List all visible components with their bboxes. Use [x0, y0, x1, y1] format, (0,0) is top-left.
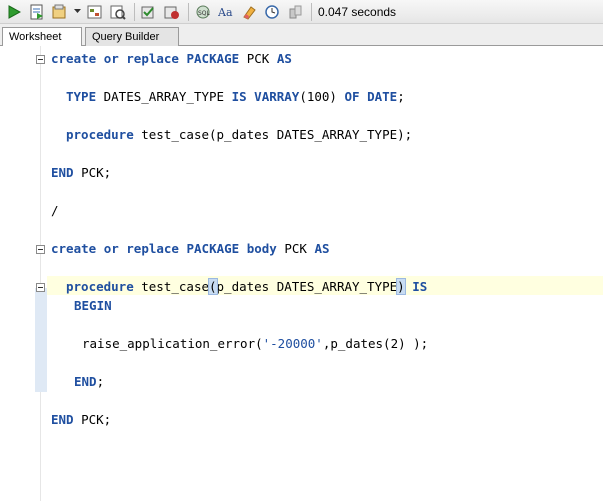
toolbar-divider — [134, 2, 135, 21]
code-line: TYPE DATES_ARRAY_TYPE IS VARRAY(100) OF … — [66, 89, 405, 104]
format-text-icon[interactable]: Aa — [216, 2, 236, 22]
tab-worksheet[interactable]: Worksheet — [2, 27, 82, 47]
code-line: BEGIN — [74, 298, 112, 313]
code-line: / — [51, 203, 59, 218]
worksheet-toolbar: SQL Aa 0.047 seconds — [0, 0, 603, 24]
code-line: procedure test_case(p_dates DATES_ARRAY_… — [66, 127, 413, 142]
code-line: END PCK; — [51, 412, 112, 427]
run-statement-icon[interactable] — [4, 2, 24, 22]
code-line: procedure test_case(p_dates DATES_ARRAY_… — [66, 278, 428, 295]
fold-toggle-icon[interactable] — [36, 283, 45, 292]
autotrace-icon[interactable] — [108, 2, 128, 22]
svg-text:SQL: SQL — [198, 10, 211, 17]
rollback-icon[interactable] — [139, 2, 159, 22]
tab-worksheet-label: Worksheet — [9, 31, 62, 43]
code-line: END; — [74, 374, 105, 389]
code-line: create or replace PACKAGE PCK AS — [51, 51, 292, 66]
explain-plan-icon[interactable] — [85, 2, 105, 22]
chevron-down-icon[interactable] — [73, 2, 81, 22]
clear-icon[interactable] — [239, 2, 259, 22]
fold-toggle-icon[interactable] — [36, 245, 45, 254]
tab-query-builder[interactable]: Query Builder — [85, 27, 179, 46]
svg-text:Aa: Aa — [218, 6, 233, 19]
gutter-divider — [40, 46, 41, 501]
code-line: raise_application_error('-20000',p_dates… — [82, 336, 429, 351]
toolbar-divider — [311, 2, 312, 21]
code-line: END PCK; — [51, 165, 112, 180]
history-icon[interactable] — [262, 2, 282, 22]
code-line: create or replace PACKAGE body PCK AS — [51, 241, 330, 256]
run-script-icon[interactable] — [27, 2, 47, 22]
unshared-worksheet-icon[interactable] — [285, 2, 305, 22]
tab-query-builder-label: Query Builder — [92, 31, 160, 43]
fold-region-indicator — [35, 288, 47, 392]
execution-time: 0.047 seconds — [318, 4, 397, 19]
commit-icon[interactable] — [50, 2, 70, 22]
sql-tuning-icon[interactable]: SQL — [193, 2, 213, 22]
editor-tabs: Worksheet Query Builder — [0, 24, 603, 47]
rollback-cancel-icon[interactable] — [162, 2, 182, 22]
toolbar-divider — [188, 2, 189, 21]
fold-toggle-icon[interactable] — [36, 55, 45, 64]
code-editor[interactable]: create or replace PACKAGE PCK AS TYPE DA… — [0, 46, 603, 501]
